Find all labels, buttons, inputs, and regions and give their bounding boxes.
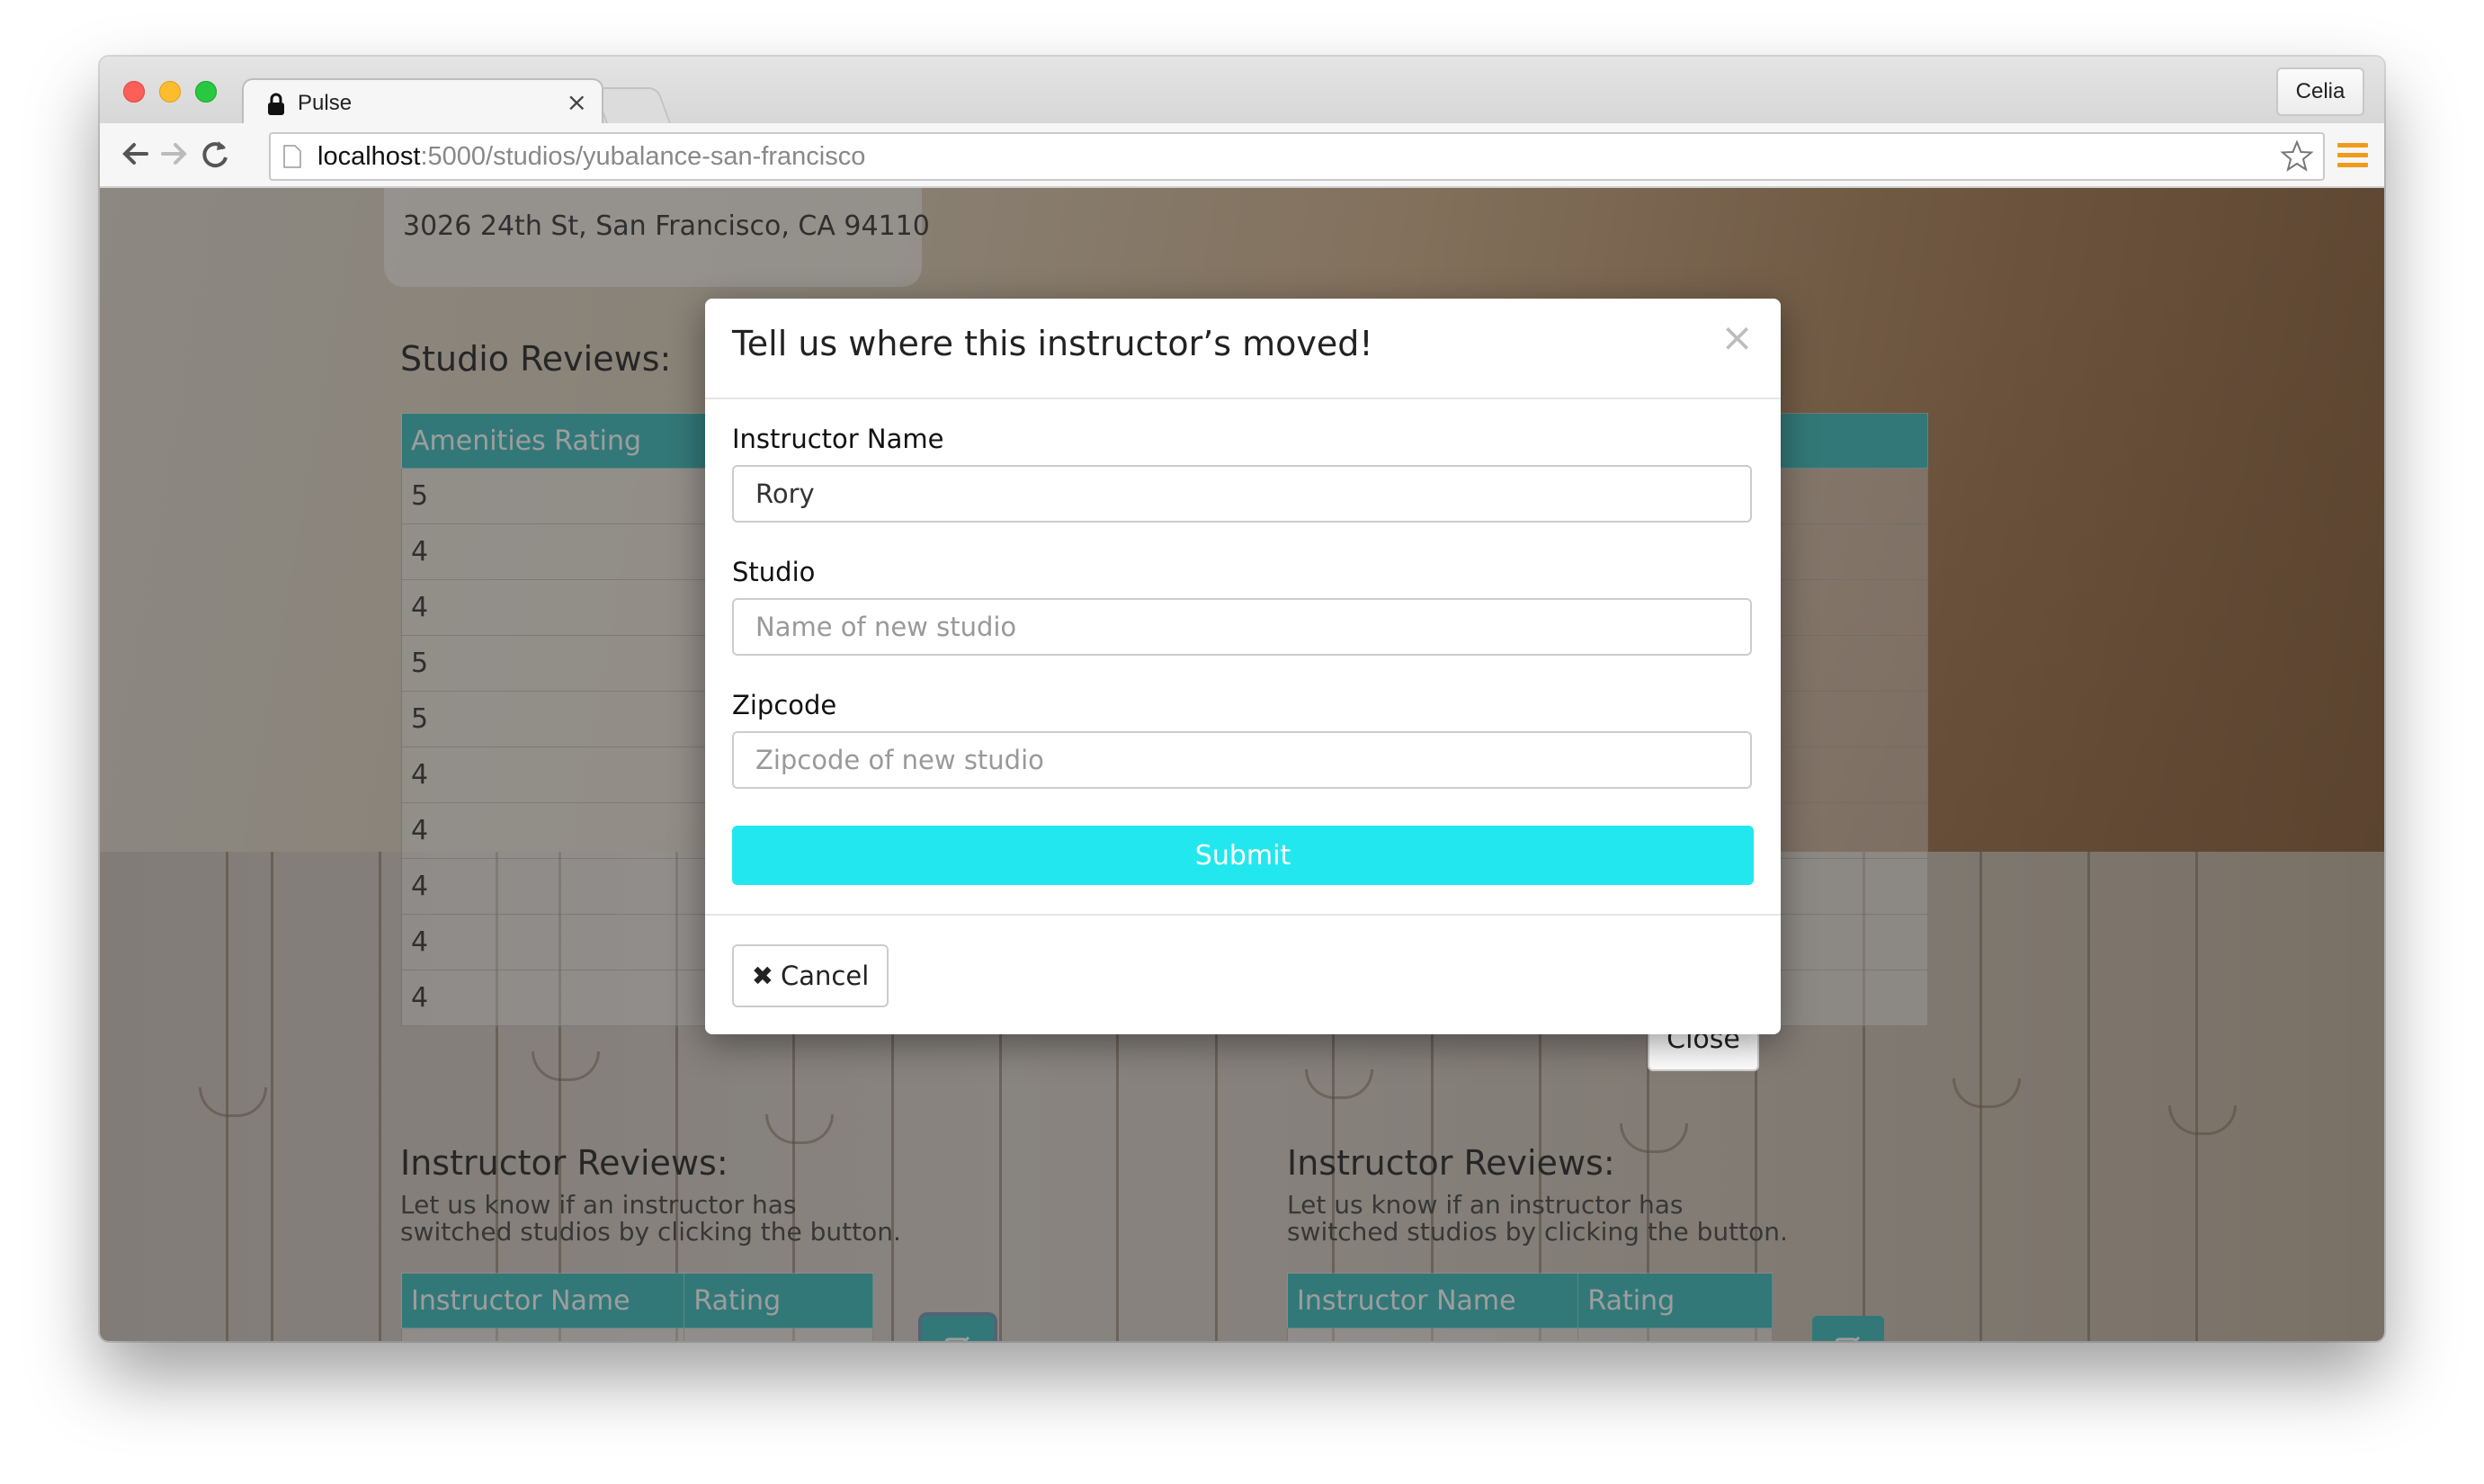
- lock-icon: [268, 93, 284, 115]
- cancel-label: Cancel: [781, 961, 870, 991]
- star-icon[interactable]: [2280, 139, 2314, 174]
- modal-title: Tell us where this instructor’s moved!: [732, 324, 1373, 363]
- page-content: 3026 24th St, San Francisco, CA 94110 St…: [100, 188, 2384, 1341]
- zipcode-label: Zipcode: [732, 690, 837, 720]
- zipcode-input[interactable]: [732, 731, 1752, 789]
- modal-footer: ✖ Cancel: [705, 914, 1781, 1007]
- tab-bar: Pulse × Celia: [100, 57, 2384, 127]
- back-icon[interactable]: [116, 134, 156, 174]
- page-icon: [283, 145, 301, 168]
- address-bar[interactable]: localhost:5000/studios/yubalance-san-fra…: [269, 132, 2325, 181]
- tab-close-button[interactable]: ×: [567, 87, 587, 117]
- modal-header: Tell us where this instructor’s moved! ×: [705, 299, 1781, 399]
- modal-close-icon[interactable]: ×: [1720, 315, 1754, 361]
- menu-icon[interactable]: [2337, 143, 2368, 168]
- forward-icon[interactable]: [154, 134, 193, 174]
- submit-button[interactable]: Submit: [732, 826, 1754, 885]
- url-text: localhost:5000/studios/yubalance-san-fra…: [317, 142, 866, 171]
- instructor-name-label: Instructor Name: [732, 424, 944, 454]
- profile-button[interactable]: Celia: [2276, 67, 2364, 116]
- move-instructor-modal: Tell us where this instructor’s moved! ×…: [705, 299, 1781, 1034]
- tab-pulse[interactable]: Pulse ×: [242, 78, 603, 127]
- browser-toolbar: localhost:5000/studios/yubalance-san-fra…: [100, 123, 2384, 188]
- cancel-button[interactable]: ✖ Cancel: [732, 944, 889, 1007]
- reload-icon[interactable]: [195, 134, 235, 174]
- instructor-name-input[interactable]: [732, 465, 1752, 523]
- close-window-button[interactable]: [123, 81, 145, 103]
- x-icon: ✖: [751, 961, 774, 991]
- studio-label: Studio: [732, 557, 816, 587]
- tab-title: Pulse: [298, 91, 353, 115]
- browser-window: Pulse × Celia localhost:5000/studios/yub…: [100, 57, 2384, 1341]
- new-tab-button[interactable]: [593, 87, 672, 125]
- zoom-window-button[interactable]: [195, 81, 217, 103]
- studio-input[interactable]: [732, 598, 1752, 656]
- minimize-window-button[interactable]: [159, 81, 181, 103]
